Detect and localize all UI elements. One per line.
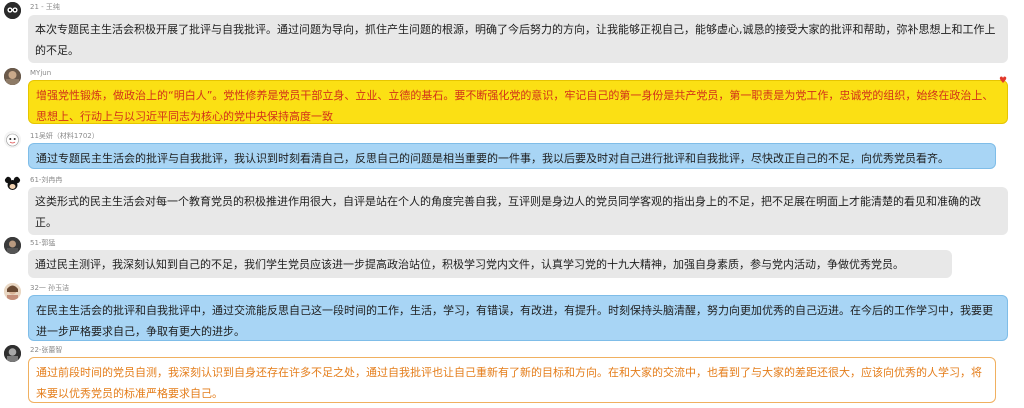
avatar-photo-icon [4,68,21,85]
message-bubble: 在民主生活会的批评和自我批评中，通过交流能反思自己这一段时间的工作，生活，学习，… [28,295,1008,341]
sender-name: 32一 孙玉洁 [30,284,70,292]
avatar[interactable] [4,345,21,362]
avatar-panda-icon [4,2,21,19]
avatar[interactable] [4,2,21,19]
heart-icon: ♥ [999,76,1008,86]
avatar-cartoon-icon [4,131,21,148]
message-bubble: 本次专题民主生活会积极开展了批评与自我批评。通过问题为导向，抓住产生问题的根源，… [28,15,1008,63]
avatar[interactable] [4,237,21,254]
sender-name: 61-刘冉冉 [30,176,63,184]
message-bubble: 通过前段时间的党员自测，我深刻认识到自身还存在许多不足之处，通过自我批评也让自己… [28,357,996,403]
avatar[interactable] [4,68,21,85]
sender-name: 22-张蕾智 [30,346,63,354]
avatar[interactable] [4,175,21,192]
sender-name: MYjun [30,69,52,77]
message-bubble: 增强党性锻炼，做政治上的“明白人”。党性修养是党员干部立身、立业、立德的基石。要… [28,80,1008,124]
message-bubble: 通过民主测评，我深刻认知到自己的不足，我们学生党员应该进一步提高政治站位，积极学… [28,250,952,278]
sender-name: 51-郭猛 [30,239,56,247]
avatar-photo-icon [4,345,21,362]
avatar-photo-icon [4,237,21,254]
message-bubble: 这类形式的民主生活会对每一个教育党员的积极推进作用很大，自评是站在个人的角度完善… [28,187,1008,235]
avatar-mouse-icon [4,175,21,192]
avatar-photo-icon [4,283,21,300]
message-bubble: 通过专题民主生活会的批评与自我批评，我认识到时刻看清自己，反思自己的问题是相当重… [28,143,996,169]
avatar[interactable] [4,283,21,300]
sender-name: 11吴妍（材料1702） [30,132,99,140]
sender-name: 21 - 王纯 [30,3,60,11]
avatar[interactable] [4,131,21,148]
